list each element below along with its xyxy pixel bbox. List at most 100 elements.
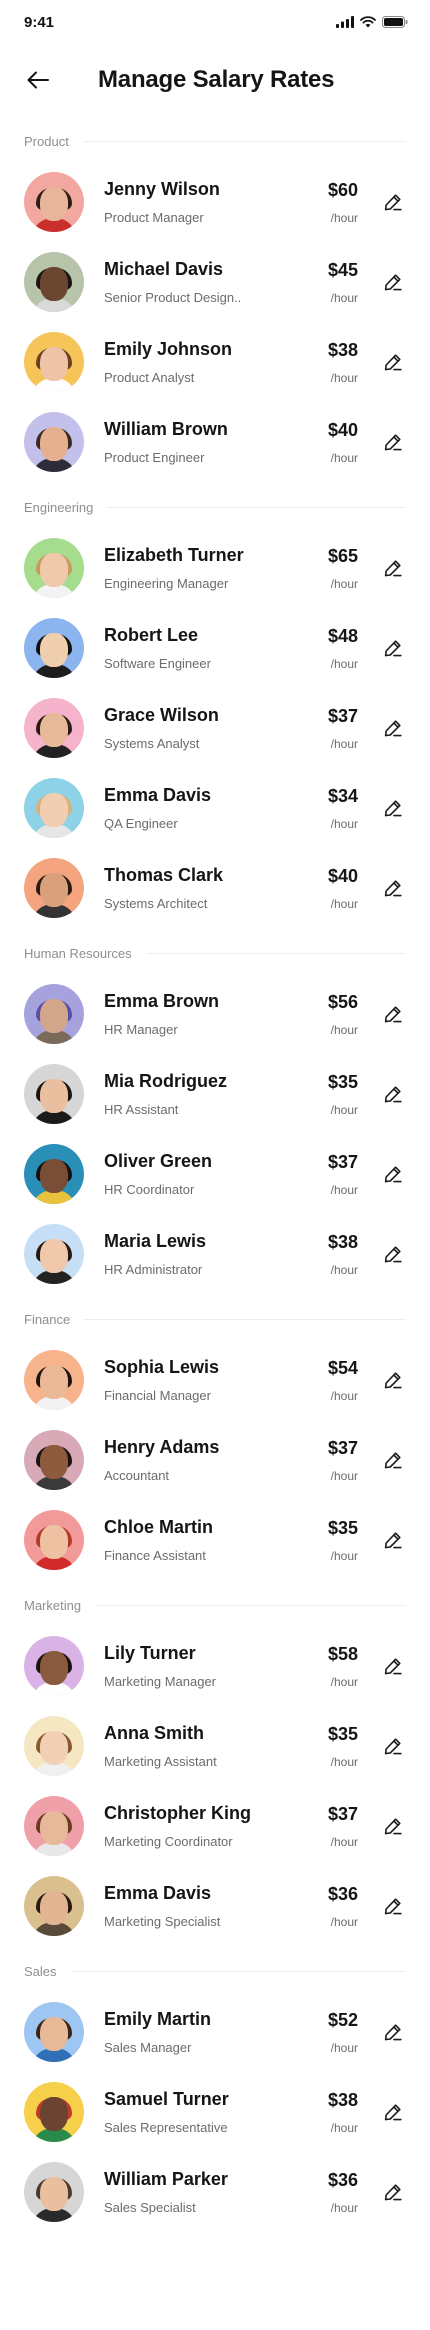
edit-rate-button[interactable] — [380, 1001, 406, 1027]
person-name: Christopher King — [104, 1803, 251, 1823]
list-item[interactable]: Oliver Green HR Coordinator $37/hour — [0, 1134, 430, 1214]
list-item[interactable]: Maria Lewis HR Administrator $38/hour — [0, 1214, 430, 1294]
rate-unit: /hour — [330, 816, 358, 831]
edit-rate-button[interactable] — [380, 1367, 406, 1393]
list-item[interactable]: Sophia Lewis Financial Manager $54/hour — [0, 1340, 430, 1420]
avatar — [24, 1430, 84, 1490]
rate-amount: $40 — [327, 865, 358, 886]
pencil-edit-icon — [384, 194, 402, 211]
list-item[interactable]: Emily Johnson Product Analyst $38/hour — [0, 322, 430, 402]
person-role: Senior Product Design.. — [104, 290, 242, 305]
list-item[interactable]: Thomas Clark Systems Architect $40/hour — [0, 848, 430, 928]
list-item[interactable]: Michael Davis Senior Product Design.. $45/… — [0, 242, 430, 322]
list-item[interactable]: Emily Martin Sales Manager $52/hour — [0, 1992, 430, 2072]
person-info: Emily Johnson Product Analyst — [104, 339, 302, 385]
person-role: HR Administrator — [104, 1262, 203, 1277]
edit-rate-button[interactable] — [380, 2019, 406, 2045]
list-item[interactable]: Jenny Wilson Product Manager $60/hour — [0, 162, 430, 242]
edit-rate-button[interactable] — [380, 1447, 406, 1473]
avatar-face — [40, 1525, 68, 1560]
edit-rate-button[interactable] — [380, 875, 406, 901]
avatar-face — [40, 267, 68, 302]
person-name: Mia Rodriguez — [104, 1071, 228, 1091]
person-info: William Brown Product Engineer — [104, 419, 302, 465]
section-title: Human Resources — [24, 945, 132, 961]
list-item[interactable]: William Brown Product Engineer $40/hour — [0, 402, 430, 482]
list-item[interactable]: Samuel Turner Sales Representative $38/hou… — [0, 2072, 430, 2152]
person-info: Samuel Turner Sales Representative — [104, 2089, 302, 2135]
avatar — [24, 2082, 84, 2142]
edit-rate-button[interactable] — [380, 635, 406, 661]
list-item[interactable]: Christopher King Marketing Coordinator $37… — [0, 1786, 430, 1866]
person-role: HR Assistant — [104, 1102, 179, 1117]
status-icons — [336, 16, 408, 28]
person-role: Marketing Manager — [104, 1674, 216, 1689]
rate-amount: $38 — [327, 1231, 358, 1252]
edit-rate-button[interactable] — [380, 1527, 406, 1553]
list-item[interactable]: William Parker Sales Specialist $36/hour — [0, 2152, 430, 2232]
list-item[interactable]: Mia Rodriguez HR Assistant $35/hour — [0, 1054, 430, 1134]
edit-rate-button[interactable] — [380, 1813, 406, 1839]
rate: $35/hour — [302, 1072, 358, 1117]
avatar-face — [40, 2097, 68, 2132]
avatar — [24, 1350, 84, 1410]
avatar — [24, 984, 84, 1044]
person-info: Michael Davis Senior Product Design.. — [104, 259, 302, 305]
avatar — [24, 252, 84, 312]
person-name: William Brown — [104, 419, 228, 439]
person-role: Engineering Manager — [104, 576, 229, 591]
person-role: Systems Architect — [104, 896, 208, 911]
list-item[interactable]: Robert Lee Software Engineer $48/hour — [0, 608, 430, 688]
rate: $52/hour — [302, 2010, 358, 2055]
person-role: Product Engineer — [104, 450, 205, 465]
rate: $60/hour — [302, 180, 358, 225]
edit-rate-button[interactable] — [380, 715, 406, 741]
rate-amount: $48 — [327, 625, 358, 646]
edit-rate-button[interactable] — [380, 555, 406, 581]
rate-amount: $34 — [327, 785, 358, 806]
rate-unit: /hour — [330, 450, 358, 465]
avatar — [24, 332, 84, 392]
person-role: Financial Manager — [104, 1388, 211, 1403]
person-info: Elizabeth Turner Engineering Manager — [104, 545, 302, 591]
list-item[interactable]: Emma Davis Marketing Specialist $36/hour — [0, 1866, 430, 1946]
pencil-edit-icon — [384, 1658, 402, 1675]
edit-rate-button[interactable] — [380, 1733, 406, 1759]
edit-rate-button[interactable] — [380, 429, 406, 455]
section-title: Marketing — [24, 1597, 82, 1613]
edit-rate-button[interactable] — [380, 2179, 406, 2205]
list-item[interactable]: Henry Adams Accountant $37/hour — [0, 1420, 430, 1500]
list-item[interactable]: Emma Brown HR Manager $56/hour — [0, 974, 430, 1054]
edit-rate-button[interactable] — [380, 1653, 406, 1679]
rate-amount: $40 — [327, 419, 358, 440]
edit-rate-button[interactable] — [380, 1081, 406, 1107]
person-name: Chloe Martin — [104, 1517, 214, 1537]
avatar-face — [40, 427, 68, 462]
wifi-icon — [360, 16, 376, 28]
edit-rate-button[interactable] — [380, 1241, 406, 1267]
section-divider — [107, 506, 406, 508]
rate-amount: $37 — [327, 705, 358, 726]
edit-rate-button[interactable] — [380, 2099, 406, 2125]
edit-rate-button[interactable] — [380, 1161, 406, 1187]
rate-amount: $37 — [327, 1151, 358, 1172]
pencil-edit-icon — [384, 1532, 402, 1549]
rate-amount: $35 — [327, 1071, 358, 1092]
list-item[interactable]: Elizabeth Turner Engineering Manager $65/h… — [0, 528, 430, 608]
avatar-face — [40, 873, 68, 908]
pencil-edit-icon — [384, 880, 402, 897]
list-item[interactable]: Anna Smith Marketing Assistant $35/hour — [0, 1706, 430, 1786]
edit-rate-button[interactable] — [380, 349, 406, 375]
edit-rate-button[interactable] — [380, 1893, 406, 1919]
list-item[interactable]: Emma Davis QA Engineer $34/hour — [0, 768, 430, 848]
avatar-face — [40, 1365, 68, 1400]
avatar — [24, 2002, 84, 2062]
back-button[interactable] — [24, 66, 52, 94]
person-info: Emma Davis QA Engineer — [104, 785, 302, 831]
edit-rate-button[interactable] — [380, 795, 406, 821]
edit-rate-button[interactable] — [380, 269, 406, 295]
list-item[interactable]: Grace Wilson Systems Analyst $37/hour — [0, 688, 430, 768]
edit-rate-button[interactable] — [380, 189, 406, 215]
list-item[interactable]: Chloe Martin Finance Assistant $35/hour — [0, 1500, 430, 1580]
list-item[interactable]: Lily Turner Marketing Manager $58/hour — [0, 1626, 430, 1706]
